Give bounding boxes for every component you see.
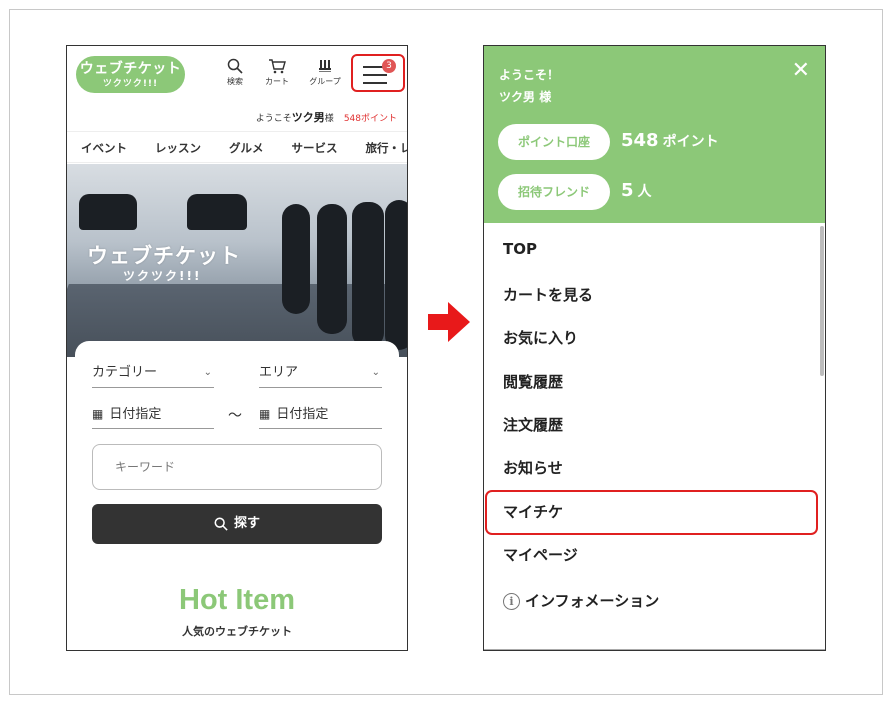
notification-badge: 3 <box>382 59 396 73</box>
category-select[interactable]: カテゴリー ⌄ <box>92 358 214 388</box>
invite-friend-button[interactable]: 招待フレンド <box>498 174 610 210</box>
category-tab-travel[interactable]: 旅行・レジ <box>352 132 408 162</box>
account-panel: ようこそ！ ツク男 様 ✕ ポイント口座 548 ポイント 招待フレンド 5人 <box>484 46 825 223</box>
calendar-icon: ▦ <box>92 407 104 421</box>
hot-item-title: Hot Item <box>179 584 295 616</box>
hero-chair <box>352 202 384 347</box>
hero-chair <box>317 204 347 334</box>
invite-unit: 人 <box>637 184 652 200</box>
info-icon: i <box>503 593 520 610</box>
hero-chair <box>282 204 310 314</box>
welcome-suffix: 様 <box>324 114 334 124</box>
greeting-user-name: ツク男 <box>499 90 536 104</box>
cart-nav-button[interactable]: カート <box>255 58 299 87</box>
category-tab-lesson[interactable]: レッスン <box>141 132 215 162</box>
menu-scrollbar[interactable] <box>820 226 824 376</box>
hero-banner: ウェブチケット ツクツク!!! <box>67 164 407 357</box>
greeting-user: ツク男 様 <box>499 88 551 105</box>
logo-subtitle: ツクツク!!! <box>102 79 159 89</box>
greeting-text: ようこそ！ <box>499 68 560 82</box>
menu-item-browsing-history[interactable]: 閲覧履歴 <box>503 371 563 392</box>
menu-item-order-history[interactable]: 注文履歴 <box>503 414 563 435</box>
cart-nav-label: カート <box>265 77 289 86</box>
invite-count: 5人 <box>621 180 652 201</box>
cart-icon <box>269 59 286 74</box>
group-icon <box>319 60 331 72</box>
points-account-button[interactable]: ポイント口座 <box>498 124 610 160</box>
menu-item-favorites[interactable]: お気に入り <box>503 327 578 348</box>
area-select-value: エリア <box>259 365 299 380</box>
points-balance: 548 ポイント <box>621 130 719 151</box>
menu-item-notices[interactable]: お知らせ <box>503 457 563 478</box>
date-from-field[interactable]: ▦ 日付指定 <box>92 399 214 429</box>
category-nav: イベントレッスングルメサービス旅行・レジ <box>67 131 407 163</box>
invite-value: 5 <box>621 180 634 201</box>
menu-item-cart[interactable]: カートを見る <box>503 284 593 305</box>
points-value: 548 <box>621 130 659 151</box>
category-tab-service[interactable]: サービス <box>278 132 352 162</box>
points-link[interactable]: 548ポイント <box>344 114 397 124</box>
menu-bottom-divider <box>484 649 825 650</box>
greeting-user-suffix: 様 <box>539 90 552 104</box>
search-icon <box>214 517 228 531</box>
menu-item-my-page[interactable]: マイページ <box>503 544 578 565</box>
hamburger-menu-button[interactable]: 3 <box>351 54 405 92</box>
hero-subtitle: ツクツク!!! <box>123 269 202 283</box>
keyword-input[interactable]: キーワード <box>92 444 382 490</box>
points-unit: ポイント <box>662 134 719 150</box>
chevron-down-icon: ⌄ <box>371 367 380 378</box>
mobile-home-screen: ウェブチケット ツクツク!!! 検索 カート グループ 3 ようこそツク男様 5… <box>66 45 408 651</box>
menu-item-information[interactable]: i インフォメーション <box>503 590 659 611</box>
date-to-field[interactable]: ▦ 日付指定 <box>259 399 382 429</box>
welcome-prefix: ようこそ <box>255 114 292 124</box>
site-header: ウェブチケット ツクツク!!! 検索 カート グループ 3 ようこそツク男様 5… <box>67 46 407 130</box>
mobile-menu-screen: ようこそ！ ツク男 様 ✕ ポイント口座 548 ポイント 招待フレンド 5人 T… <box>483 45 826 651</box>
date-from-value: 日付指定 <box>109 407 162 422</box>
search-nav-button[interactable]: 検索 <box>213 58 257 87</box>
chevron-down-icon: ⌄ <box>203 367 212 378</box>
area-select[interactable]: エリア ⌄ <box>259 358 382 388</box>
category-tab-gourmet[interactable]: グルメ <box>215 132 278 162</box>
search-panel: カテゴリー ⌄ エリア ⌄ ▦ 日付指定 〜 ▦ 日付指定 キーワード 探す <box>75 341 399 561</box>
search-submit-label: 探す <box>233 516 260 531</box>
arrow-right-icon <box>428 302 470 342</box>
welcome-user: ツク男 <box>291 111 325 124</box>
close-icon[interactable]: ✕ <box>792 58 810 83</box>
date-range-separator: 〜 <box>228 408 242 424</box>
hero-chair <box>187 194 247 230</box>
welcome-line: ようこそツク男様 548ポイント <box>256 109 397 125</box>
category-select-value: カテゴリー <box>92 365 158 380</box>
group-nav-label: グループ <box>309 77 341 86</box>
hero-title: ウェブチケット <box>87 244 241 268</box>
hero-chair <box>385 200 407 350</box>
menu-item-information-label: インフォメーション <box>525 592 660 610</box>
search-submit-button[interactable]: 探す <box>92 504 382 544</box>
search-nav-label: 検索 <box>227 77 243 86</box>
menu-item-top[interactable]: TOP <box>503 240 537 258</box>
site-logo[interactable]: ウェブチケット ツクツク!!! <box>76 56 185 93</box>
category-tab-event[interactable]: イベント <box>67 132 141 162</box>
menu-item-my-tickets[interactable]: マイチケ <box>503 501 563 522</box>
group-nav-button[interactable]: グループ <box>303 58 347 87</box>
hero-chair <box>79 194 137 230</box>
search-icon <box>227 58 243 74</box>
hot-item-subtitle: 人気のウェブチケット <box>182 625 292 638</box>
calendar-icon: ▦ <box>259 407 271 421</box>
logo-title: ウェブチケット <box>79 61 182 77</box>
date-to-value: 日付指定 <box>276 407 329 422</box>
